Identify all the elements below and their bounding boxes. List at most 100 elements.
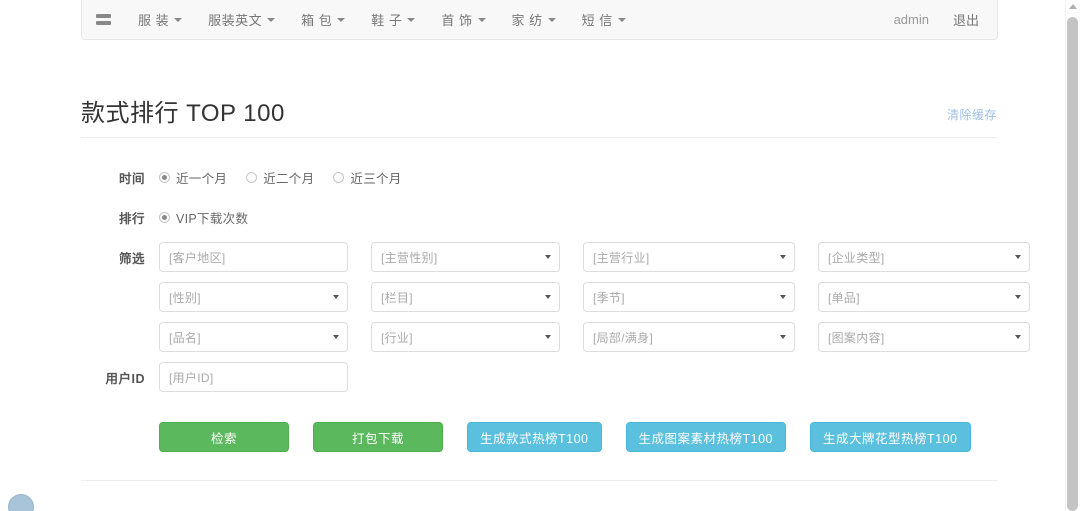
- label-userid: 用户ID: [105, 371, 145, 386]
- generate-pattern-material-hotlist-button[interactable]: 生成图案素材热榜T100: [625, 422, 786, 452]
- nav-item-label: 家 纺: [511, 13, 543, 28]
- nav-item-label: 服装英文: [208, 13, 263, 28]
- vertical-scrollbar[interactable]: [1065, 0, 1080, 511]
- chevron-down-icon: [407, 17, 416, 22]
- input-customer-region[interactable]: [客户地区]: [159, 242, 348, 272]
- action-buttons: 检索 打包下载 生成款式热榜T100 生成图案素材热榜T100 生成大牌花型热榜…: [159, 422, 971, 452]
- select-season[interactable]: [季节]: [583, 282, 795, 312]
- top-navbar: 服 装 服装英文 箱 包 鞋 子 首 饰 家 纺 短 信 admin 退出: [81, 0, 998, 40]
- nav-item-shoes[interactable]: 鞋 子: [358, 0, 428, 39]
- nav-item-label: 服 装: [138, 13, 170, 28]
- nav-item-bags[interactable]: 箱 包: [288, 0, 358, 39]
- current-user-label[interactable]: admin: [882, 0, 941, 39]
- field-value: [图案内容]: [828, 330, 885, 345]
- rules-heading: 榜单生成规则：: [81, 507, 998, 511]
- hamburger-bar-1: [96, 14, 111, 18]
- input-userid[interactable]: [用户ID]: [159, 362, 348, 392]
- radio-time-1month[interactable]: 近一个月: [159, 168, 227, 187]
- field-value: [主营性别]: [381, 250, 438, 265]
- navbar-right-group: admin 退出: [882, 0, 997, 39]
- select-product-name[interactable]: [品名]: [159, 322, 348, 352]
- scrollbar-thumb[interactable]: [1067, 17, 1078, 511]
- generate-brand-pattern-hotlist-button[interactable]: 生成大牌花型热榜T100: [810, 422, 971, 452]
- field-placeholder: [用户ID]: [169, 370, 214, 385]
- field-value: [品名]: [169, 330, 201, 345]
- nav-item-label: 首 饰: [441, 13, 473, 28]
- filter-fields-row-2: [性别] [栏目] [季节] [单品]: [159, 282, 1030, 312]
- chevron-down-icon: [267, 17, 276, 22]
- radio-time-3months[interactable]: 近三个月: [333, 168, 401, 187]
- logout-button[interactable]: 退出: [941, 0, 997, 39]
- chevron-down-icon: [547, 17, 556, 22]
- page-header: 款式排行 TOP 100 清除缓存: [81, 76, 998, 138]
- field-value: [栏目]: [381, 290, 413, 305]
- radio-indicator: [246, 171, 258, 183]
- form-row-userid: 用户ID [用户ID]: [81, 360, 998, 394]
- rules-section: 榜单生成规则： 生成款式热榜T100 筛选“客户地区”，“主营性别”，“季节”，…: [81, 480, 998, 511]
- select-partial-or-allover[interactable]: [局部/满身]: [583, 322, 795, 352]
- nav-item-label: 鞋 子: [371, 13, 403, 28]
- chevron-down-icon: [333, 335, 339, 339]
- select-category[interactable]: [栏目]: [371, 282, 560, 312]
- nav-item-home-textile[interactable]: 家 纺: [499, 0, 569, 39]
- form-row-actions: 检索 打包下载 生成款式热榜T100 生成图案素材热榜T100 生成大牌花型热榜…: [81, 400, 998, 452]
- nav-item-sms[interactable]: 短 信: [569, 0, 639, 39]
- floating-widget-icon[interactable]: [8, 494, 34, 511]
- label-ranking: 排行: [118, 211, 145, 226]
- field-value: [季节]: [593, 290, 625, 305]
- chevron-down-icon: [174, 17, 183, 22]
- hamburger-icon[interactable]: [82, 0, 125, 39]
- radio-label: 近二个月: [263, 171, 315, 186]
- radio-label: 近一个月: [176, 171, 228, 186]
- chevron-down-icon: [545, 255, 551, 259]
- nav-item-label: 短 信: [581, 13, 613, 28]
- field-value: [单品]: [828, 290, 860, 305]
- select-enterprise-type[interactable]: [企业类型]: [818, 242, 1030, 272]
- form-row-filter-2: [性别] [栏目] [季节] [单品]: [81, 280, 1030, 314]
- filter-fields-row-3: [品名] [行业] [局部/满身] [图案内容]: [159, 322, 1030, 352]
- clear-cache-link[interactable]: 清除缓存: [947, 106, 997, 123]
- select-pattern-content[interactable]: [图案内容]: [818, 322, 1030, 352]
- field-value: [企业类型]: [828, 250, 885, 265]
- radio-time-2months[interactable]: 近二个月: [246, 168, 314, 187]
- chevron-down-icon: [617, 17, 626, 22]
- batch-download-button[interactable]: 打包下载: [313, 422, 443, 452]
- select-main-industry[interactable]: [主营行业]: [583, 242, 795, 272]
- time-radio-group: 近一个月 近二个月 近三个月: [159, 168, 421, 187]
- page-title: 款式排行 TOP 100: [81, 100, 285, 127]
- form-row-filter-3: [品名] [行业] [局部/满身] [图案内容]: [81, 320, 1030, 354]
- filter-fields-row-1: [客户地区] [主营性别] [主营行业] [企业类型]: [159, 242, 1030, 272]
- radio-label: VIP下载次数: [176, 211, 249, 226]
- nav-item-clothing[interactable]: 服 装: [125, 0, 195, 39]
- chevron-down-icon: [1015, 255, 1021, 259]
- search-form: 时间 近一个月 近二个月 近三个月 排行 VIP下载次数 筛选 [客户地区] […: [81, 160, 1030, 452]
- chevron-down-icon: [477, 17, 486, 22]
- nav-item-jewelry[interactable]: 首 饰: [428, 0, 498, 39]
- hamburger-bar-2: [96, 21, 111, 25]
- form-row-filter-1: 筛选 [客户地区] [主营性别] [主营行业] [企业类型]: [81, 240, 1030, 274]
- nav-item-clothing-english[interactable]: 服装英文: [195, 0, 288, 39]
- main-content: 款式排行 TOP 100 清除缓存 时间 近一个月 近二个月 近三个月 排行 V…: [81, 40, 1030, 511]
- select-main-gender[interactable]: [主营性别]: [371, 242, 560, 272]
- chevron-down-icon: [780, 255, 786, 259]
- label-filter: 筛选: [118, 251, 145, 266]
- select-industry[interactable]: [行业]: [371, 322, 560, 352]
- scroll-up-arrow-icon[interactable]: [1069, 4, 1077, 9]
- label-time: 时间: [118, 171, 145, 186]
- radio-vip-download-count[interactable]: VIP下载次数: [159, 208, 248, 227]
- chevron-down-icon: [337, 17, 346, 22]
- field-value: [行业]: [381, 330, 413, 345]
- userid-field-wrap: [用户ID]: [159, 362, 348, 392]
- chevron-down-icon: [545, 335, 551, 339]
- field-value: [客户地区]: [169, 250, 226, 265]
- form-row-ranking: 排行 VIP下载次数: [81, 200, 998, 234]
- search-button[interactable]: 检索: [159, 422, 289, 452]
- ranking-radio-group: VIP下载次数: [159, 208, 267, 227]
- chevron-down-icon: [780, 295, 786, 299]
- chevron-down-icon: [333, 295, 339, 299]
- radio-indicator: [159, 211, 170, 223]
- generate-style-hotlist-button[interactable]: 生成款式热榜T100: [467, 422, 602, 452]
- select-single-item[interactable]: [单品]: [818, 282, 1030, 312]
- select-gender[interactable]: [性别]: [159, 282, 348, 312]
- radio-label: 近三个月: [350, 171, 402, 186]
